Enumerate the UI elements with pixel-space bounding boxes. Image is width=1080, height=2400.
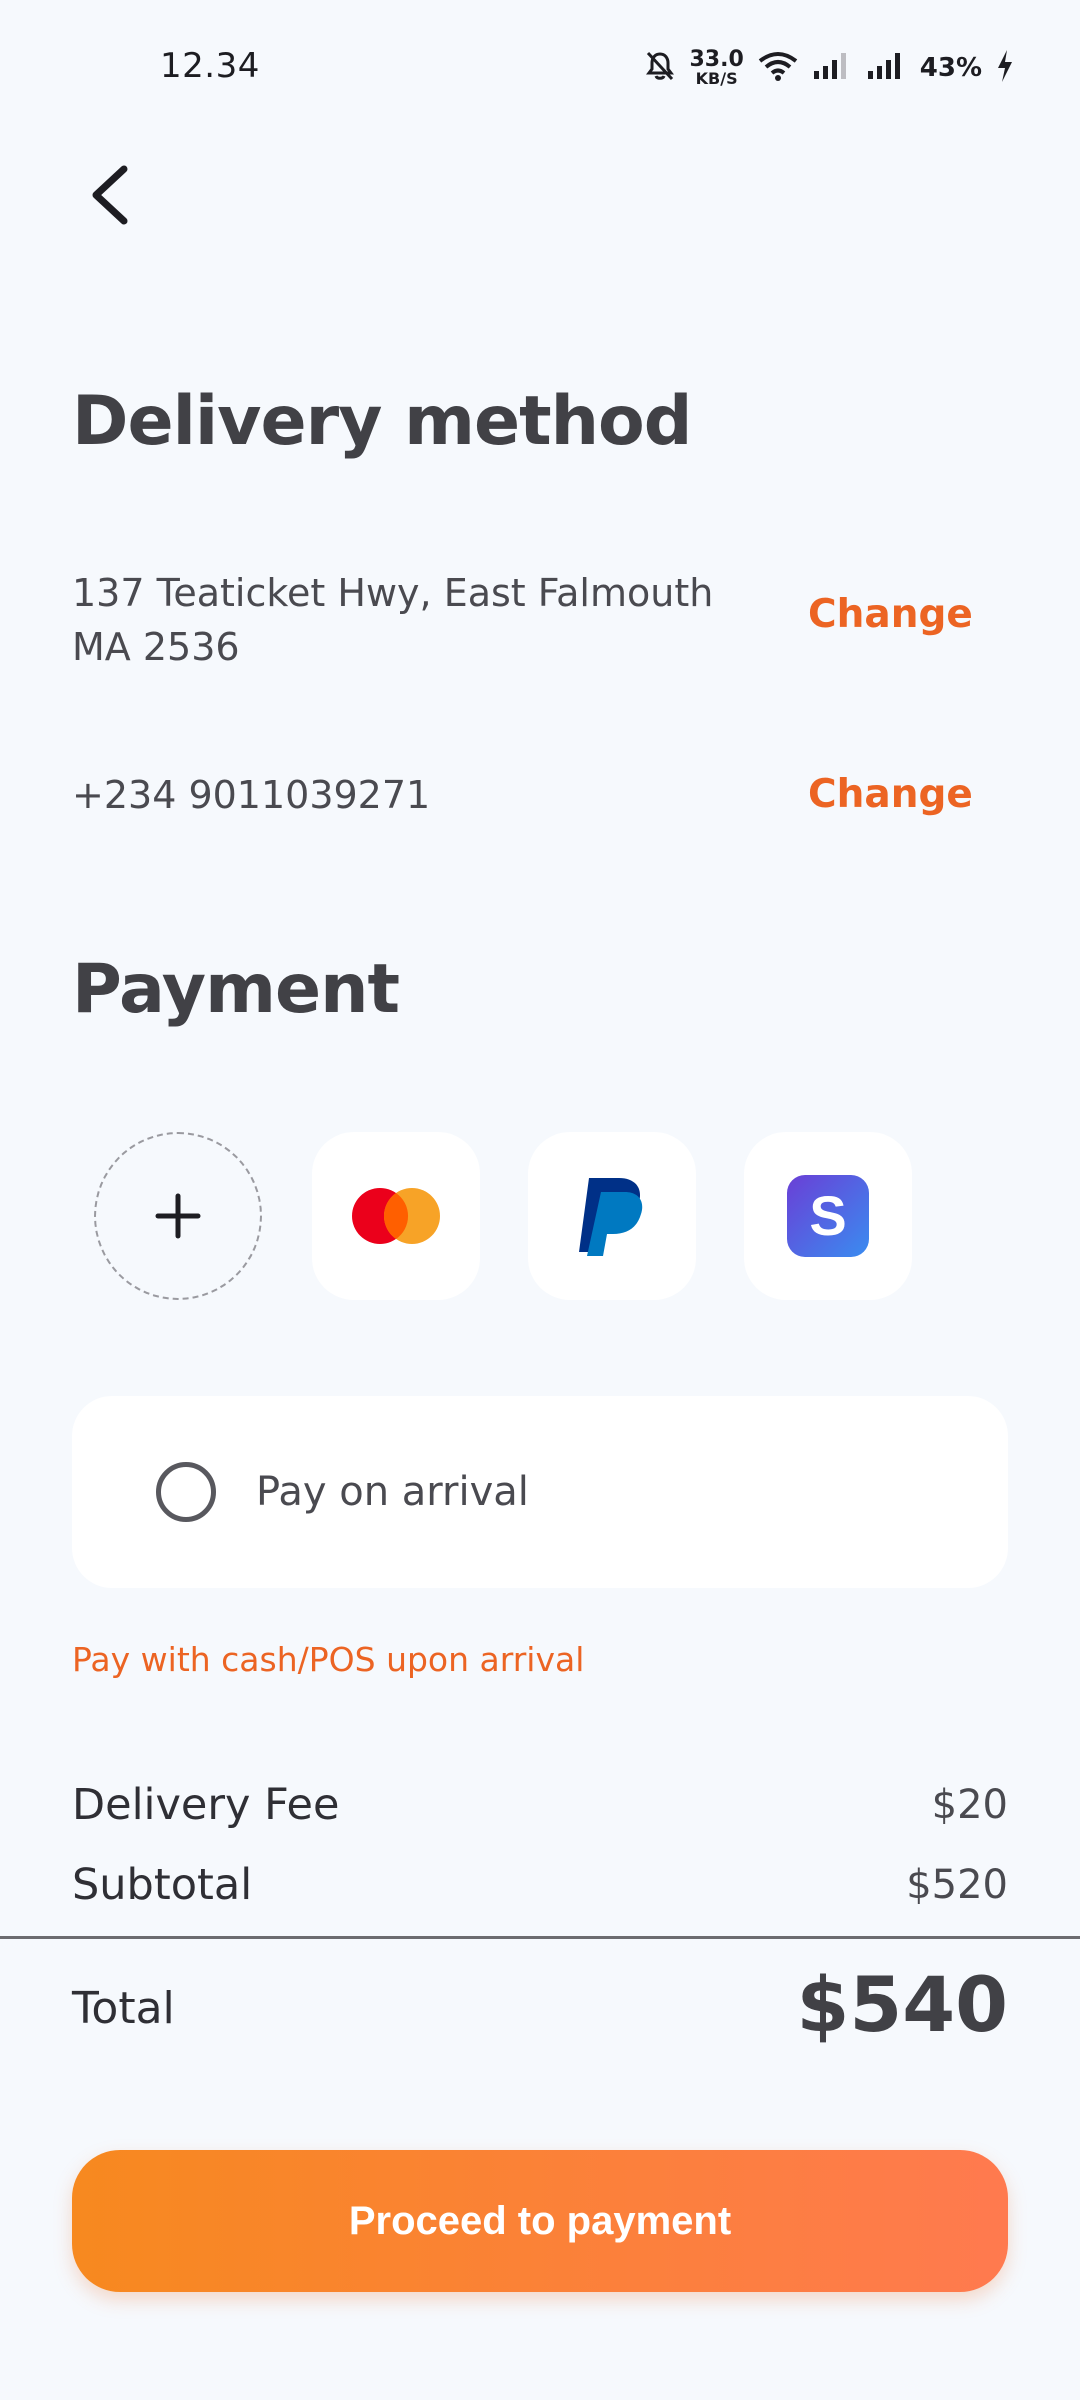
signal-icon <box>866 51 906 85</box>
payment-title: Payment <box>72 950 400 1029</box>
mastercard-option[interactable] <box>312 1132 480 1300</box>
svg-text:S: S <box>809 1184 846 1247</box>
status-time: 12.34 <box>160 46 260 86</box>
wifi-icon <box>758 51 798 85</box>
back-button[interactable] <box>74 160 144 230</box>
mute-bell-icon <box>645 50 675 86</box>
delivery-phone: +234 9011039271 <box>72 773 431 817</box>
delivery-fee-label: Delivery Fee <box>72 1780 340 1830</box>
change-address-button[interactable]: Change <box>808 592 973 637</box>
charging-icon <box>996 49 1014 87</box>
pay-on-arrival-note: Pay with cash/POS upon arrival <box>72 1640 585 1679</box>
subtotal-value: $520 <box>906 1862 1008 1908</box>
plus-icon <box>155 1193 201 1239</box>
add-payment-method-button[interactable] <box>94 1132 262 1300</box>
s-pay-option[interactable]: S <box>744 1132 912 1300</box>
chevron-left-icon <box>92 165 128 225</box>
paypal-option[interactable] <box>528 1132 696 1300</box>
s-app-icon: S <box>787 1175 869 1257</box>
status-icons: 33.0 KB/S 43% <box>645 44 1014 92</box>
address-line-1: 137 Teaticket Hwy, East Falmouth <box>72 571 714 615</box>
change-phone-button[interactable]: Change <box>808 772 973 817</box>
network-speed: 33.0 KB/S <box>689 47 744 88</box>
paypal-icon <box>579 1178 643 1256</box>
total-label: Total <box>72 1983 175 2034</box>
delivery-fee-value: $20 <box>931 1782 1008 1828</box>
pay-on-arrival-option[interactable]: Pay on arrival <box>72 1396 1008 1588</box>
subtotal-label: Subtotal <box>72 1860 253 1910</box>
mastercard-icon <box>352 1188 440 1244</box>
delivery-method-title: Delivery method <box>72 382 692 461</box>
address-line-2: MA 2536 <box>72 625 240 669</box>
battery-level: 43% <box>919 53 982 83</box>
total-value: $540 <box>796 1960 1008 2049</box>
proceed-to-payment-button[interactable]: Proceed to payment <box>72 2150 1008 2292</box>
signal-icon <box>812 51 852 85</box>
pay-on-arrival-radio[interactable] <box>156 1462 216 1522</box>
pay-on-arrival-label: Pay on arrival <box>256 1469 529 1515</box>
delivery-address: 137 Teaticket Hwy, East Falmouth MA 2536 <box>72 566 752 674</box>
divider <box>0 1936 1080 1939</box>
